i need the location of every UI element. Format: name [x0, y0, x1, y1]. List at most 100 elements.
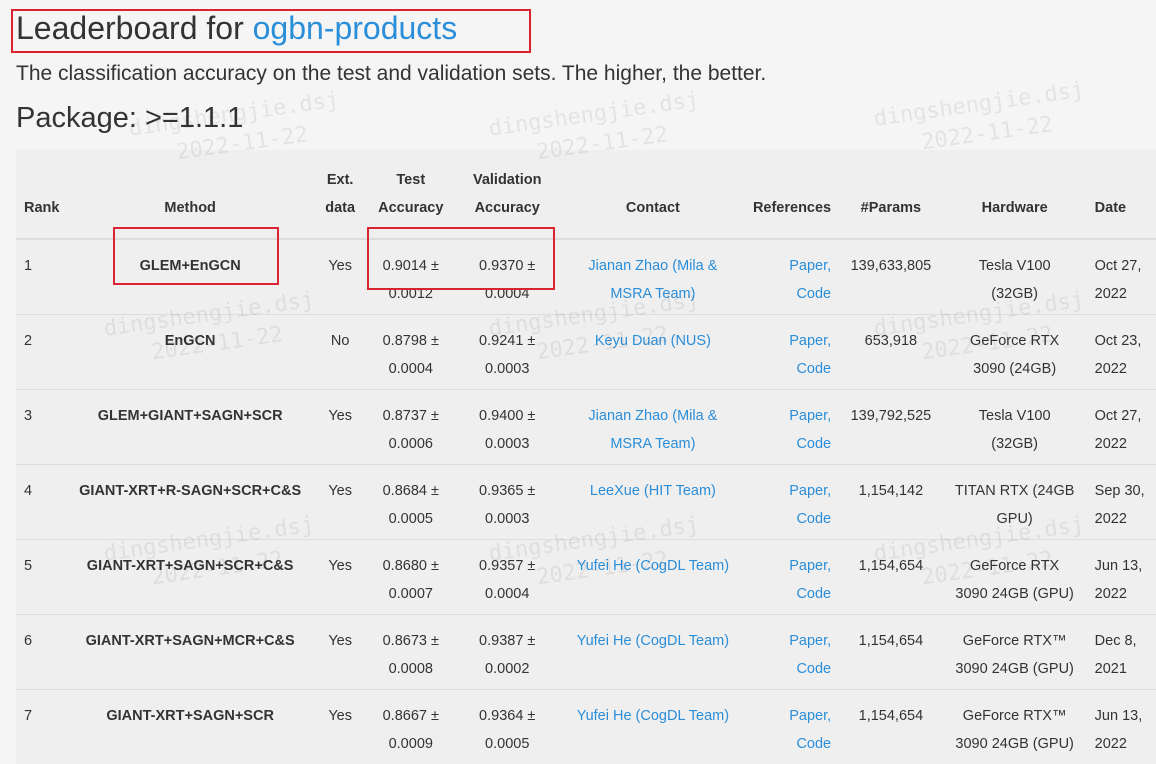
val-std: 0.0005 [485, 736, 529, 752]
cell-method: GIANT-XRT+SAGN+SCR+C&S [66, 540, 314, 615]
cell-hardware: GeForce RTX™3090 24GB (GPU) [945, 615, 1085, 690]
paper-link[interactable]: Paper, [753, 252, 831, 280]
test-std: 0.0005 [389, 511, 433, 527]
code-link[interactable]: Code [753, 580, 831, 608]
cell-test-accuracy: 0.8684 ±0.0005 [366, 465, 456, 540]
contact-link[interactable]: Jianan Zhao (Mila &MSRA Team) [588, 258, 717, 302]
cell-contact: Yufei He (CogDL Team) [559, 615, 747, 690]
col-ext-data: Ext. data [314, 150, 366, 239]
contact-link[interactable]: LeeXue (HIT Team) [590, 483, 716, 499]
col-validation-accuracy: Validation Accuracy [456, 150, 559, 239]
val-mean: 0.9400 ± [479, 408, 535, 424]
cell-validation-accuracy: 0.9365 ±0.0003 [456, 465, 559, 540]
table-row: 2EnGCNNo0.8798 ±0.00040.9241 ±0.0003Keyu… [16, 315, 1156, 390]
cell-references: Paper,Code [747, 390, 837, 465]
col-ext-line1: Ext. [327, 172, 354, 188]
val-mean: 0.9364 ± [479, 708, 535, 724]
cell-ext-data: No [314, 315, 366, 390]
date-line1: Dec 8, [1095, 633, 1137, 649]
hardware-line2: (32GB) [991, 286, 1038, 302]
cell-contact: Yufei He (CogDL Team) [559, 540, 747, 615]
date-line1: Jun 13, [1095, 558, 1143, 574]
val-mean: 0.9241 ± [479, 333, 535, 349]
cell-hardware: Tesla V100(32GB) [945, 390, 1085, 465]
cell-params: 1,154,654 [837, 690, 945, 764]
cell-params: 139,792,525 [837, 390, 945, 465]
contact-link[interactable]: Yufei He (CogDL Team) [577, 558, 729, 574]
page-title: Leaderboard for ogbn-products [16, 10, 457, 47]
cell-contact: Keyu Duan (NUS) [559, 315, 747, 390]
val-mean: 0.9365 ± [479, 483, 535, 499]
accuracy-highlight-box [367, 227, 555, 290]
date-line1: Oct 23, [1095, 333, 1142, 349]
contact-line2: MSRA Team) [610, 436, 695, 452]
val-std: 0.0004 [485, 586, 529, 602]
test-std: 0.0008 [389, 661, 433, 677]
paper-link[interactable]: Paper, [753, 477, 831, 505]
contact-link[interactable]: Jianan Zhao (Mila & MSRA Team) [588, 408, 717, 452]
col-test-line2: Accuracy [378, 200, 443, 216]
cell-hardware: Tesla V100(32GB) [945, 239, 1085, 315]
val-mean: 0.9387 ± [479, 633, 535, 649]
contact-line1: Jianan Zhao (Mila & [588, 408, 717, 424]
cell-ext-data: Yes [314, 465, 366, 540]
paper-link[interactable]: Paper, [753, 402, 831, 430]
cell-validation-accuracy: 0.9364 ± 0.0005 [456, 690, 559, 764]
test-std: 0.0004 [389, 361, 433, 377]
cell-validation-accuracy: 0.9357 ±0.0004 [456, 540, 559, 615]
paper-link[interactable]: Paper, [753, 552, 831, 580]
package-version: Package: >=1.1.1 [16, 102, 243, 135]
code-link[interactable]: Code [753, 505, 831, 533]
paper-link[interactable]: Paper, [753, 627, 831, 655]
code-link[interactable]: Code [753, 280, 831, 308]
code-link[interactable]: Code [753, 430, 831, 458]
contact-link[interactable]: Yufei He (CogDL Team) [577, 708, 729, 724]
col-rank: Rank [16, 150, 66, 239]
paper-link[interactable]: Paper, [753, 327, 831, 355]
cell-contact: Jianan Zhao (Mila & MSRA Team) [559, 390, 747, 465]
code-link[interactable]: Code [753, 355, 831, 383]
cell-date: Sep 30,2022 [1085, 465, 1156, 540]
col-val-line2: Accuracy [475, 200, 540, 216]
cell-test-accuracy: 0.8667 ±0.0009 [366, 690, 456, 764]
cell-params: 1,154,654 [837, 540, 945, 615]
cell-validation-accuracy: 0.9387 ± 0.0002 [456, 615, 559, 690]
code-link[interactable]: Code [753, 730, 831, 758]
paper-link[interactable]: Paper, [753, 702, 831, 730]
cell-params: 139,633,805 [837, 239, 945, 315]
hardware-line1: TITAN RTX (24GB [955, 483, 1075, 499]
cell-date: Dec 8,2021 [1085, 615, 1156, 690]
col-val-line1: Validation [473, 172, 542, 188]
hardware-line2: 3090 (24GB) [973, 361, 1056, 377]
date-line2: 2022 [1095, 736, 1127, 752]
cell-contact: Jianan Zhao (Mila &MSRA Team) [559, 239, 747, 315]
table-row: 3GLEM+GIANT+SAGN+SCRYes0.8737 ±0.00060.9… [16, 390, 1156, 465]
cell-date: Oct 27,2022 [1085, 239, 1156, 315]
val-std: 0.0002 [485, 661, 529, 677]
page-subtitle: The classification accuracy on the test … [16, 62, 766, 86]
contact-line1: Yufei He (CogDL Team) [577, 633, 729, 649]
code-link[interactable]: Code [753, 655, 831, 683]
val-std: 0.0003 [485, 436, 529, 452]
date-line2: 2022 [1095, 286, 1127, 302]
cell-test-accuracy: 0.8680 ±0.0007 [366, 540, 456, 615]
cell-params: 1,154,142 [837, 465, 945, 540]
hardware-line2: 3090 24GB (GPU) [955, 586, 1073, 602]
method-highlight-box [113, 227, 279, 285]
cell-rank: 3 [16, 390, 66, 465]
col-method: Method [66, 150, 314, 239]
cell-test-accuracy: 0.8798 ±0.0004 [366, 315, 456, 390]
dataset-link[interactable]: ogbn-products [253, 10, 458, 46]
hardware-line1: GeForce RTX™ [963, 708, 1067, 724]
hardware-line2: GPU) [997, 511, 1033, 527]
col-hardware: Hardware [945, 150, 1085, 239]
contact-link[interactable]: Keyu Duan (NUS) [595, 333, 711, 349]
hardware-line2: 3090 24GB (GPU) [955, 661, 1073, 677]
col-references: References [747, 150, 837, 239]
contact-link[interactable]: Yufei He (CogDL Team) [577, 633, 729, 649]
col-date: Date [1085, 150, 1156, 239]
col-ext-line2: data [325, 200, 355, 216]
cell-rank: 4 [16, 465, 66, 540]
table-row: 7GIANT-XRT+SAGN+SCRYes0.8667 ±0.00090.93… [16, 690, 1156, 764]
date-line2: 2022 [1095, 586, 1127, 602]
